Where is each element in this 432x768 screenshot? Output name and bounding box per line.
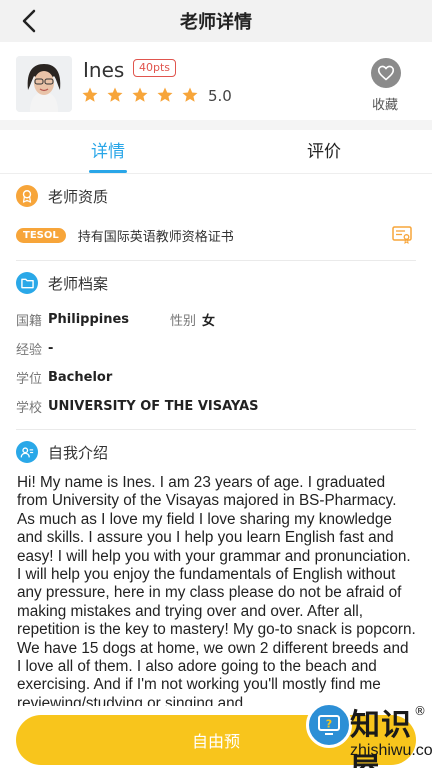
qualification-item: TESOL 持有国际英语教师资格证书 xyxy=(16,218,416,252)
tab-bar: 详情 评价 xyxy=(0,130,432,174)
intro-text: Hi! My name is Ines. I am 23 years of ag… xyxy=(17,474,416,706)
profile-header: 老师档案 xyxy=(16,261,416,305)
heart-icon xyxy=(377,65,395,81)
intro-title: 自我介绍 xyxy=(48,443,109,462)
tab-details[interactable]: 详情 xyxy=(0,130,216,173)
experience-value: - xyxy=(48,341,54,356)
avatar[interactable] xyxy=(16,56,72,112)
nationality-label: 国籍 xyxy=(16,314,43,329)
star-icon xyxy=(132,87,148,102)
person-card-icon xyxy=(16,441,38,463)
certificate-icon[interactable] xyxy=(392,226,412,244)
svg-text:?: ? xyxy=(326,718,332,731)
intro-header: 自我介绍 xyxy=(16,430,416,474)
profile-title: 老师档案 xyxy=(48,274,109,293)
degree-value: Bachelor xyxy=(48,370,113,385)
folder-icon xyxy=(16,272,38,294)
points-badge: 40pts xyxy=(133,59,177,77)
rating-score: 5.0 xyxy=(208,87,232,105)
intro-section: 自我介绍 xyxy=(0,430,432,474)
qualification-text: 持有国际英语教师资格证书 xyxy=(77,229,234,245)
favorite-button[interactable] xyxy=(371,58,401,88)
star-icon xyxy=(107,87,123,102)
gender-label: 性别 xyxy=(170,314,197,329)
tesol-badge: TESOL xyxy=(16,227,66,243)
info-row-experience: 经验 - xyxy=(16,334,416,363)
info-row-nationality: 国籍 Philippines 性别 女 xyxy=(16,305,416,334)
active-tab-indicator xyxy=(89,170,127,173)
qualification-header: 老师资质 xyxy=(16,174,416,218)
favorite-label: 收藏 xyxy=(371,98,398,113)
book-button-label: 自由预 xyxy=(191,732,240,751)
qualification-section: 老师资质 TESOL 持有国际英语教师资格证书 xyxy=(0,174,432,261)
experience-label: 经验 xyxy=(16,343,43,358)
school-value: UNIVERSITY OF THE VISAYAS xyxy=(48,399,259,414)
back-arrow-icon[interactable] xyxy=(16,7,44,35)
watermark-logo-icon: ? xyxy=(306,702,352,748)
teacher-name: Ines xyxy=(83,58,125,82)
watermark-registered: ® xyxy=(414,704,426,718)
info-row-school: 学校 UNIVERSITY OF THE VISAYAS xyxy=(16,392,416,421)
info-row-degree: 学位 Bachelor xyxy=(16,363,416,392)
qualification-title: 老师资质 xyxy=(48,187,109,206)
profile-section: 老师档案 国籍 Philippines 性别 女 经验 - 学位 Bachelo… xyxy=(0,261,432,430)
degree-label: 学位 xyxy=(16,372,43,387)
watermark-url: zhishiwu.com xyxy=(350,742,432,759)
divider xyxy=(0,120,432,130)
star-icon xyxy=(82,87,98,102)
rating-stars xyxy=(81,86,199,104)
watermark: ? 知识屋 zhishiwu.com ® xyxy=(246,698,432,768)
star-icon xyxy=(182,87,198,102)
star-icon xyxy=(157,87,173,102)
school-label: 学校 xyxy=(16,401,43,416)
page-title: 老师详情 xyxy=(180,12,252,33)
teacher-header: Ines 40pts 5.0 收藏 xyxy=(0,42,432,120)
tab-reviews[interactable]: 评价 xyxy=(216,130,432,173)
nationality-value: Philippines xyxy=(48,312,130,327)
award-icon xyxy=(16,185,38,207)
gender-value: 女 xyxy=(202,314,216,329)
nav-bar: 老师详情 xyxy=(0,0,432,42)
